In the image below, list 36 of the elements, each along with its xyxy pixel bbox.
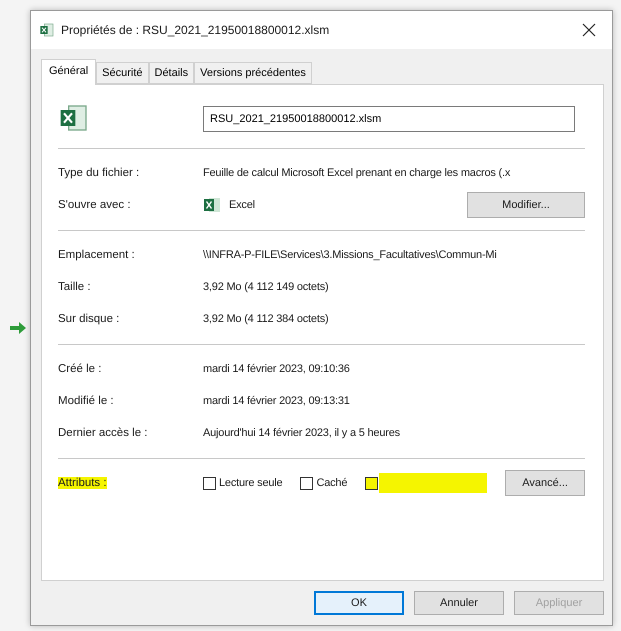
tab[interactable]: Sécurité [96, 62, 148, 84]
field-value: Aujourd'hui 14 février 2023, il y a 5 heures [203, 427, 400, 439]
field-label: S'ouvre avec : [58, 199, 132, 211]
dialog-button[interactable]: Annuler [414, 591, 504, 615]
tab[interactable]: Détails [148, 62, 194, 84]
field-value: mardi 14 février 2023, 09:10:36 [203, 363, 350, 375]
field-value: 3,92 Mo (4 112 149 octets) [203, 281, 328, 293]
dialog-button[interactable]: OK [314, 591, 404, 615]
field-value: 3,92 Mo (4 112 384 octets) [203, 313, 328, 325]
close-icon [582, 23, 596, 37]
checkbox[interactable] [300, 476, 314, 490]
arrow-icon [10, 321, 26, 335]
attributes-label: Attributs : [58, 477, 107, 489]
tab[interactable]: Versions précédentes [194, 62, 312, 84]
window-title: Propriétés de : RSU_2021_21950018800012.xlsm [61, 23, 330, 37]
field-label: Emplacement : [58, 249, 136, 261]
field-value: mardi 14 février 2023, 09:13:31 [203, 395, 350, 407]
file-name-field[interactable]: RSU_2021_21950018800012.xlsm [203, 106, 575, 132]
field-label: Sur disque : [58, 313, 120, 325]
field-value: Feuille de calcul Microsoft Excel prenant en charge les macros (.x [203, 167, 510, 179]
excel-file-icon [39, 22, 55, 38]
field-label: Type du fichier : [58, 167, 140, 179]
field-label: Dernier accès le : [58, 427, 148, 439]
checkbox-label: Lecture seule [219, 477, 282, 489]
excel-app-icon [203, 196, 221, 214]
field-value: \\INFRA-P-FILE\Services\3.Missions_Facultatives\Commun-Mi [203, 249, 497, 261]
field-label: Modifié le : [58, 395, 115, 407]
field-label: Taille : [58, 281, 92, 293]
field-value: Excel [229, 199, 255, 211]
checkbox-label: Caché [316, 477, 348, 489]
checkbox[interactable] [203, 476, 216, 490]
field-label: Créé le : [58, 363, 102, 375]
checkbox[interactable] [365, 476, 378, 490]
advanced-button[interactable]: Avancé... [505, 470, 585, 496]
tab[interactable]: Général [41, 59, 96, 85]
change-button[interactable]: Modifier... [467, 192, 585, 218]
